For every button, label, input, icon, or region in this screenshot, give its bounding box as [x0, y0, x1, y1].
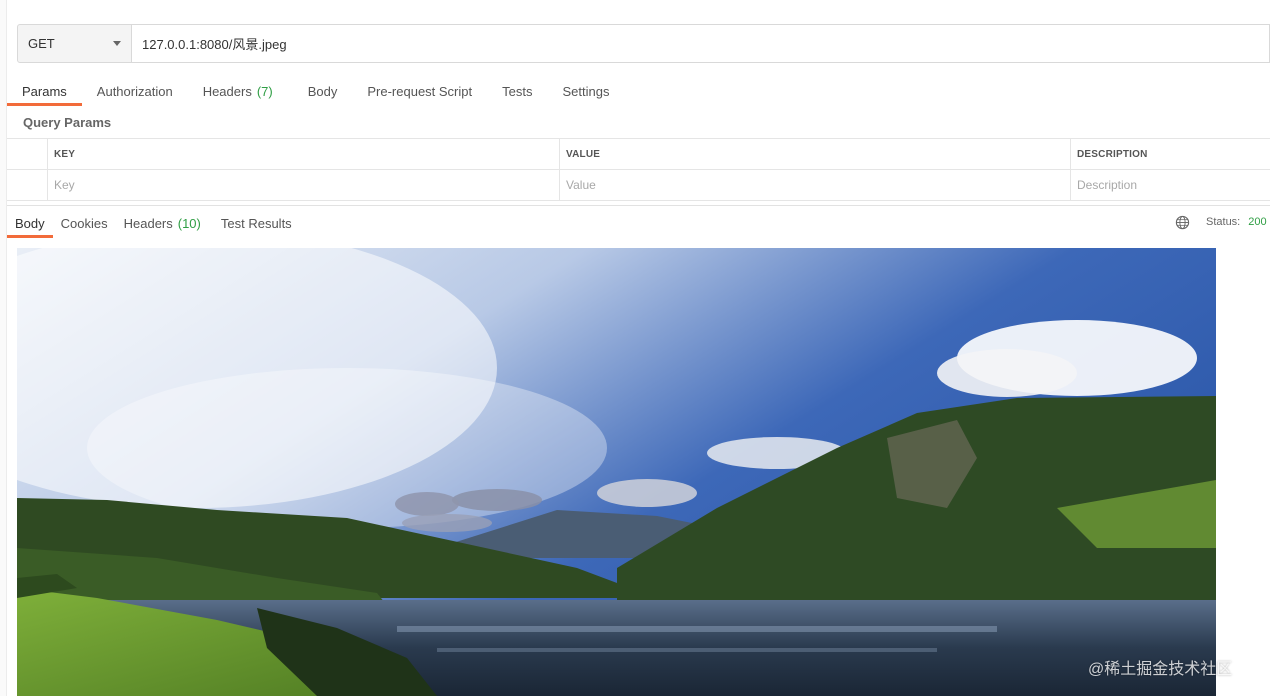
tab-tests[interactable]: Tests — [487, 77, 547, 105]
tab-label: Body — [15, 215, 45, 231]
response-image — [17, 248, 1216, 696]
description-input[interactable]: Description — [1071, 170, 1270, 200]
tab-settings[interactable]: Settings — [547, 77, 624, 105]
tab-label: Headers — [202, 83, 252, 99]
response-status: Status: 200 OK — [1175, 213, 1270, 231]
response-tab-body[interactable]: Body — [7, 209, 53, 238]
chevron-down-icon — [113, 41, 121, 46]
tab-pre-request-script[interactable]: Pre-request Script — [352, 77, 487, 105]
response-headers-count: (10) — [177, 215, 201, 231]
tab-params[interactable]: Params — [7, 77, 82, 106]
request-tabs: Params Authorization Headers (7) Body Pre… — [7, 77, 624, 106]
row-checkbox-cell — [7, 170, 48, 200]
tab-label: Pre-request Script — [367, 83, 473, 99]
tab-label: Params — [22, 83, 67, 99]
description-column-header: DESCRIPTION — [1077, 148, 1148, 160]
table-row: Key Value Description — [7, 170, 1270, 201]
tab-label: Test Results — [220, 215, 292, 231]
key-column-header: KEY — [48, 139, 560, 169]
query-params-title: Query Params — [23, 115, 112, 130]
status-badge: 200 OK — [1248, 216, 1270, 228]
tab-label: Cookies — [60, 215, 108, 231]
request-bar: GET 127.0.0.1:8080/风景.jpeg — [17, 24, 1270, 63]
key-input[interactable]: Key — [48, 170, 560, 200]
tab-label: Headers — [123, 215, 173, 231]
value-input[interactable]: Value — [560, 170, 1071, 200]
tab-headers[interactable]: Headers (7) — [188, 77, 293, 105]
checkbox-column-header — [7, 139, 48, 169]
left-rail — [0, 0, 7, 696]
tab-label: Body — [307, 83, 338, 99]
globe-icon[interactable] — [1175, 215, 1190, 230]
status-label: Status: — [1206, 216, 1241, 228]
tab-label: Authorization — [96, 83, 173, 99]
table-header-row: KEY VALUE DESCRIPTION — [7, 139, 1270, 170]
params-table: KEY VALUE DESCRIPTION Key Value Descript… — [7, 138, 1270, 201]
response-tabs: Body Cookies Headers (10) Test Results — [7, 209, 300, 238]
method-select[interactable]: GET — [17, 24, 132, 63]
response-tab-test-results[interactable]: Test Results — [213, 209, 300, 237]
method-label: GET — [28, 36, 55, 51]
watermark: @稀土掘金技术社区 — [1088, 661, 1233, 678]
landscape-image — [17, 248, 1216, 696]
tab-label: Tests — [502, 83, 533, 99]
response-divider — [7, 205, 1270, 206]
response-tab-headers[interactable]: Headers (10) — [116, 209, 213, 237]
tab-body[interactable]: Body — [293, 77, 353, 105]
tab-label: Settings — [562, 83, 610, 99]
response-tab-cookies[interactable]: Cookies — [53, 209, 116, 237]
headers-count: (7) — [256, 83, 273, 99]
url-input[interactable]: 127.0.0.1:8080/风景.jpeg — [132, 24, 1270, 63]
tab-authorization[interactable]: Authorization — [82, 77, 188, 105]
value-column-header: VALUE — [560, 139, 1071, 169]
